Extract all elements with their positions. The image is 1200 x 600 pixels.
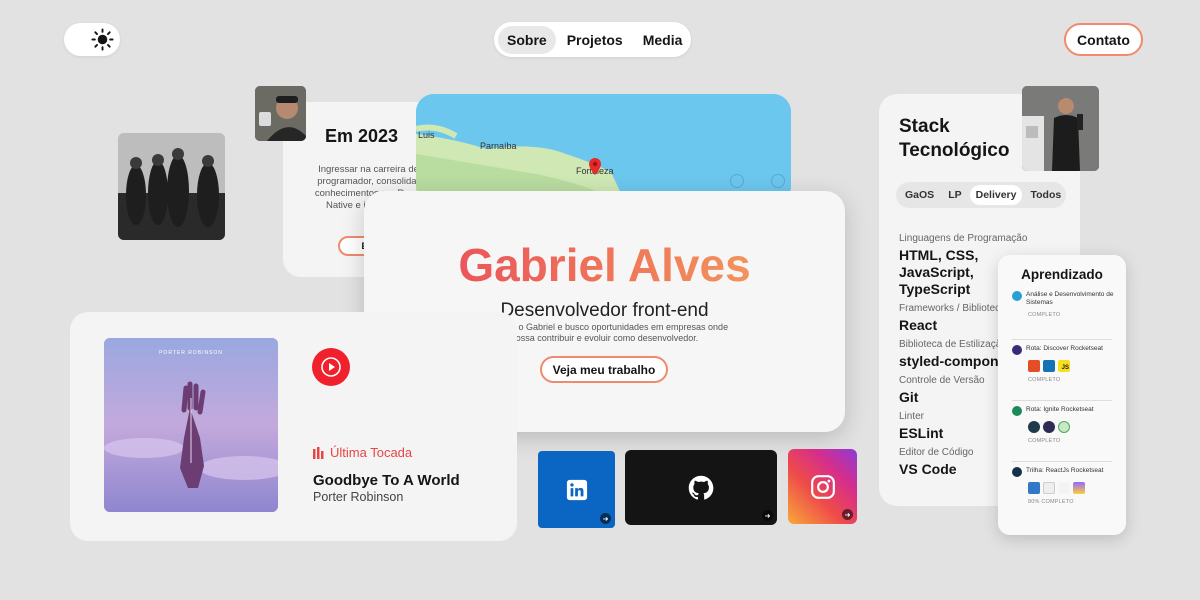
profile-photo-small	[255, 86, 306, 141]
learning-item[interactable]: Trilha: ReactJs Rocketseat 80% COMPLETO	[1012, 467, 1116, 505]
contact-button[interactable]: Contato	[1064, 23, 1143, 56]
gym-photo	[1022, 86, 1099, 171]
stack-tabs: GaOS LP Delivery Todos	[896, 182, 1066, 208]
instagram-icon	[810, 474, 835, 499]
vintage-group-photo	[118, 133, 225, 240]
map-zoom-in-control[interactable]	[771, 174, 785, 188]
learning-item-name: Rota: Discover Rocketseat	[1026, 345, 1103, 352]
equalizer-icon	[313, 446, 324, 459]
vite-icon	[1073, 482, 1085, 494]
github-icon	[688, 475, 714, 500]
map-pin-icon	[589, 158, 601, 175]
divider	[1012, 461, 1112, 462]
graphql-icon	[1058, 482, 1070, 494]
learning-item-name: Rota: Ignite Rocketseat	[1026, 406, 1094, 413]
see-work-button[interactable]: Veja meu trabalho	[540, 356, 668, 383]
nav-item-projetos[interactable]: Projetos	[558, 26, 632, 54]
nodejs-icon	[1058, 421, 1070, 433]
tech-icon	[1043, 421, 1055, 433]
linkedin-icon	[566, 479, 587, 500]
rocketseat-icon	[1012, 345, 1022, 355]
linkedin-link[interactable]: ➜	[538, 451, 615, 528]
map-label-luis: Luis	[418, 130, 435, 140]
main-nav: Sobre Projetos Media	[494, 22, 691, 57]
tab-lp[interactable]: LP	[942, 185, 967, 205]
music-card: PORTER ROBINSON Última Tocada Goodbye To…	[70, 312, 517, 541]
learning-item-status: COMPLETO	[1028, 438, 1061, 444]
learning-item[interactable]: Análise e Desenvolvimento de Sistemas CO…	[1012, 291, 1116, 318]
tab-delivery[interactable]: Delivery	[969, 185, 1023, 205]
learning-item-name: Trilha: ReactJs Rocketseat	[1026, 467, 1104, 474]
divider	[1012, 400, 1112, 401]
learning-item-status: COMPLETO	[1028, 377, 1061, 383]
tab-gaos[interactable]: GaOS	[899, 185, 940, 205]
diamond-icon	[1012, 291, 1022, 301]
album-artist-text: PORTER ROBINSON	[159, 350, 223, 356]
theme-toggle[interactable]	[64, 23, 120, 56]
stack-title-line1: Stack	[899, 116, 950, 137]
song-artist: Porter Robinson	[313, 490, 404, 504]
learning-item[interactable]: Rota: Ignite Rocketseat COMPLETO	[1012, 406, 1116, 444]
nav-item-media[interactable]: Media	[634, 26, 692, 54]
learning-title: Aprendizado	[1021, 267, 1103, 282]
instagram-link[interactable]: ➜	[788, 449, 857, 524]
stack-title-line2: Tecnológico	[899, 140, 1010, 161]
learning-item-name: Análise e Desenvolvimento de Sistemas	[1026, 291, 1114, 306]
learning-item[interactable]: Rota: Discover Rocketseat JS COMPLETO	[1012, 345, 1116, 383]
arrow-right-icon: ➜	[600, 513, 611, 524]
learning-item-status: 80% COMPLETO	[1028, 499, 1074, 505]
song-title: Goodbye To A World	[313, 472, 460, 489]
map-zoom-out-control[interactable]	[730, 174, 744, 188]
last-played-label: Última Tocada	[330, 445, 413, 460]
sun-icon	[91, 28, 114, 51]
tech-icon	[1028, 421, 1040, 433]
learning-card: Aprendizado Análise e Desenvolvimento de…	[998, 255, 1126, 535]
typescript-icon	[1028, 482, 1040, 494]
javascript-icon: JS	[1058, 360, 1070, 372]
youtube-music-icon[interactable]	[312, 348, 350, 386]
divider	[1012, 339, 1112, 340]
album-cover[interactable]: PORTER ROBINSON	[104, 338, 278, 512]
ignite-icon	[1012, 406, 1022, 416]
arrow-right-icon: ➜	[762, 510, 773, 521]
map-label-parnaiba: Parnaíba	[480, 141, 517, 151]
html5-icon	[1028, 360, 1040, 372]
nav-item-sobre[interactable]: Sobre	[498, 25, 556, 54]
tab-todos[interactable]: Todos	[1024, 185, 1067, 205]
learning-item-status: COMPLETO	[1028, 312, 1061, 318]
year-title: Em 2023	[325, 126, 399, 146]
react-track-icon	[1012, 467, 1022, 477]
stack-label: Linguagens de Programação	[899, 233, 1028, 244]
github-link[interactable]: ➜	[625, 450, 777, 525]
css3-icon	[1043, 360, 1055, 372]
arrow-right-icon: ➜	[842, 509, 853, 520]
location-map[interactable]: Luis Parnaíba Fortaleza	[416, 94, 791, 204]
code-icon	[1043, 482, 1055, 494]
stack-value: HTML, CSS, JavaScript, TypeScript	[899, 247, 979, 297]
stack-title: Stack Tecnológico	[899, 115, 1009, 163]
last-played-status: Última Tocada	[313, 445, 412, 460]
hero-name: Gabriel Alves	[364, 238, 845, 292]
